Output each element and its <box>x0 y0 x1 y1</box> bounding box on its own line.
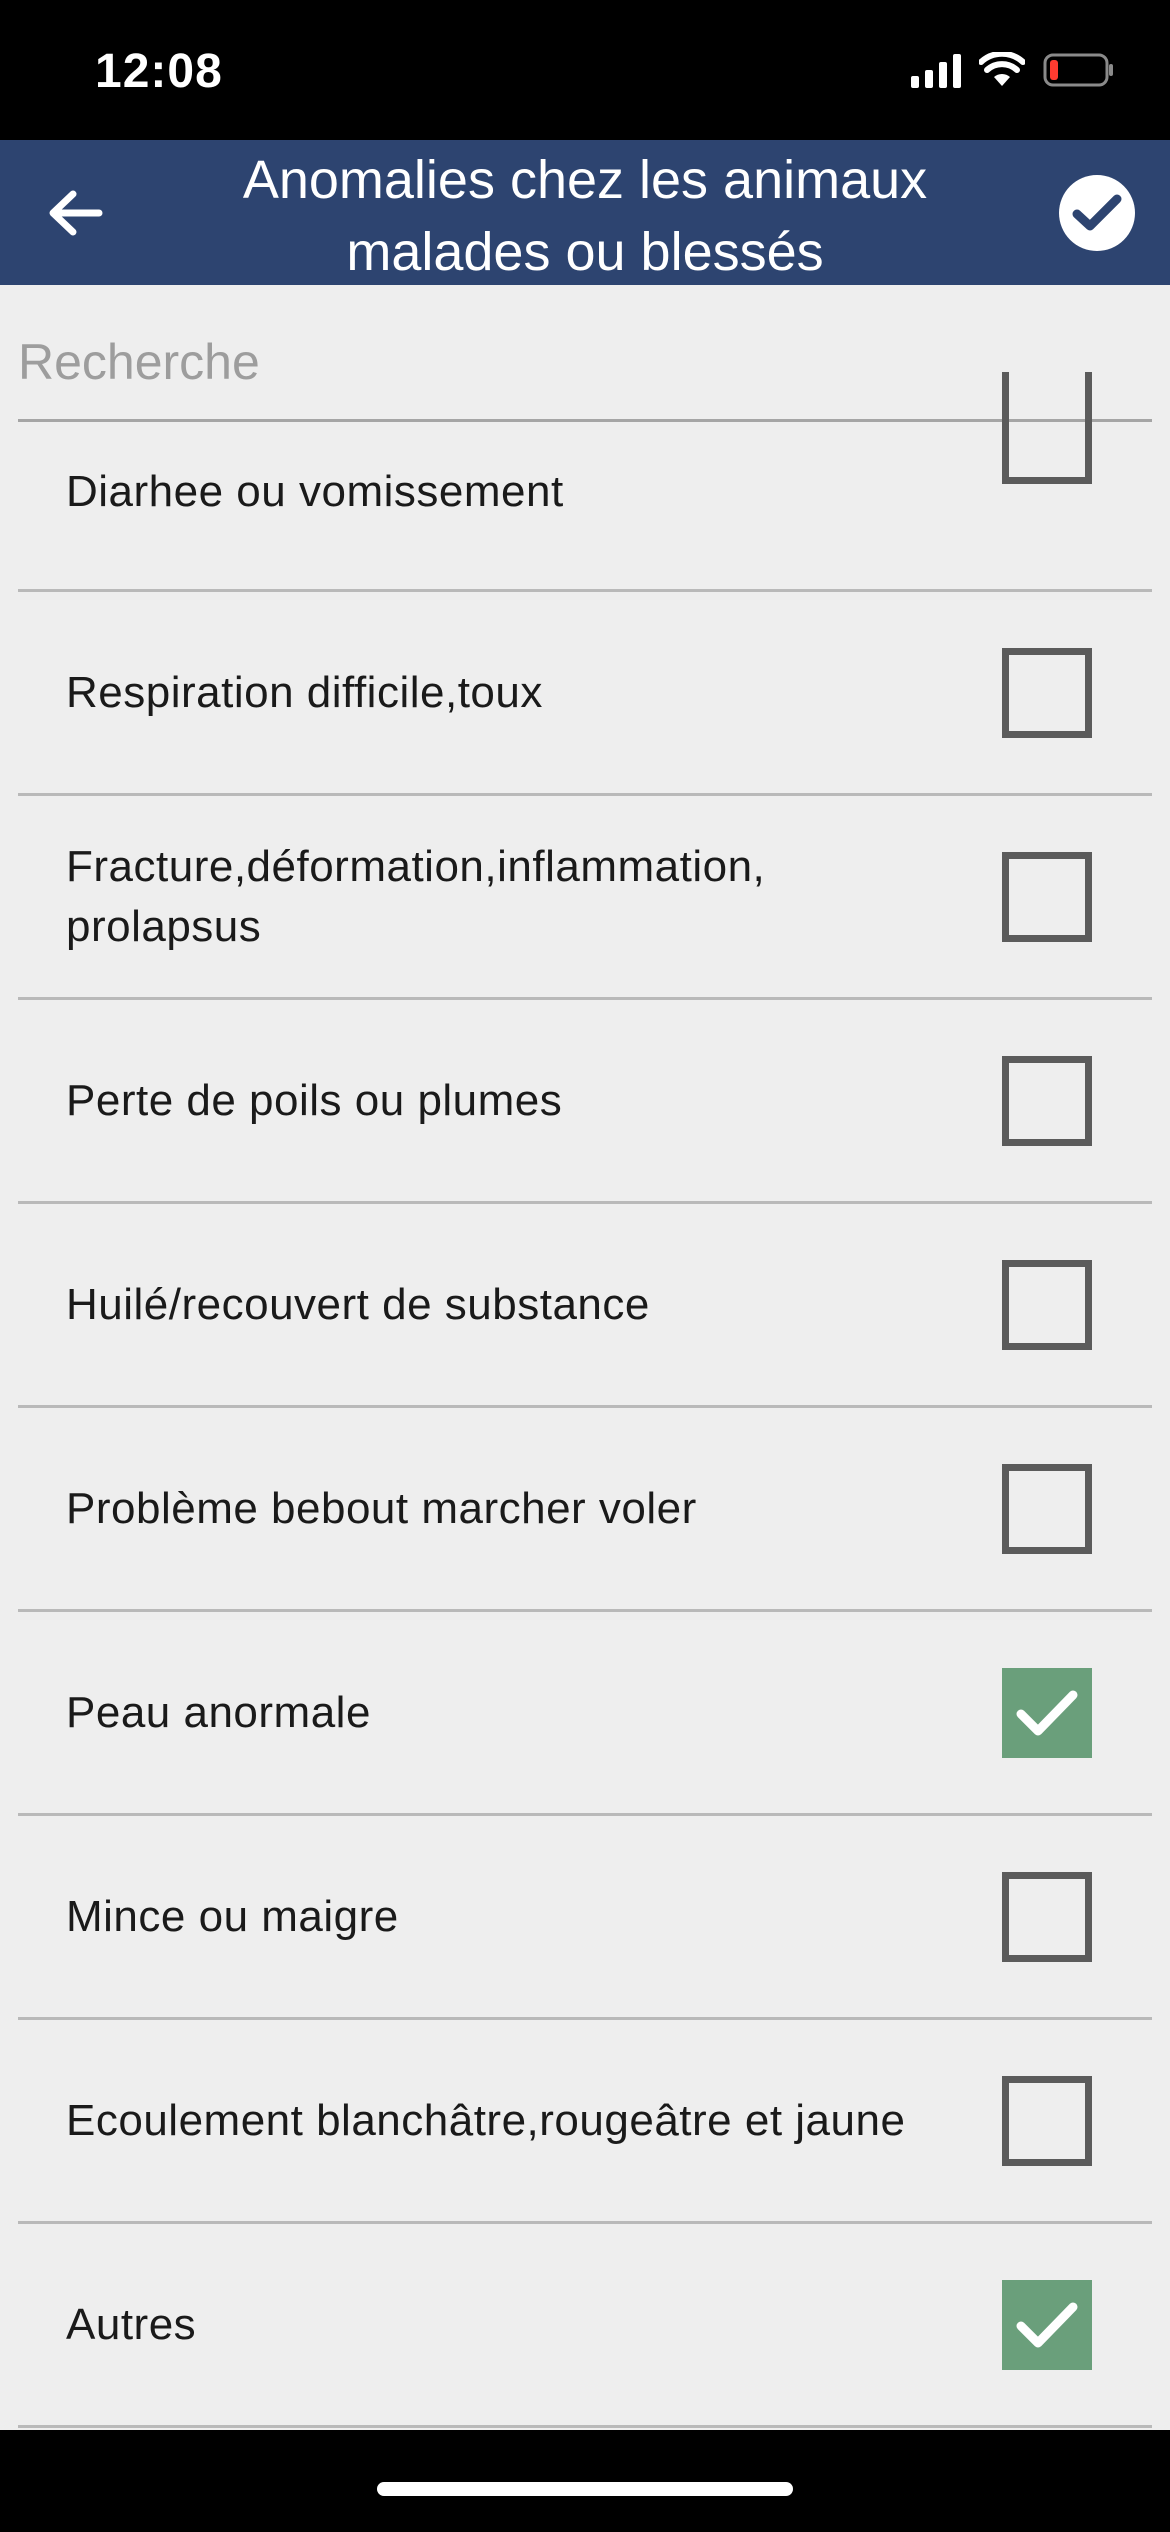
list-item[interactable]: Fracture,déformation,inflammation, prola… <box>18 796 1152 1000</box>
checkbox[interactable] <box>1002 1463 1092 1554</box>
list-item[interactable]: Perte de poils ou plumes <box>18 1000 1152 1204</box>
search-input[interactable] <box>18 333 1152 391</box>
page-title: Anomalies chez les animaux malades ou bl… <box>242 150 928 282</box>
list-item[interactable]: Mince ou maigre <box>18 1816 1152 2020</box>
checkbox-checked[interactable] <box>1002 1667 1092 1758</box>
checkbox[interactable] <box>1002 1871 1092 1962</box>
list-item[interactable]: Problème bebout marcher voler <box>18 1408 1152 1612</box>
bottom-bar <box>0 2430 1170 2532</box>
status-icons <box>911 52 1115 88</box>
back-button[interactable] <box>40 178 110 248</box>
item-label: Perte de poils ou plumes <box>66 1075 563 1125</box>
item-label: Fracture,déformation,inflammation, prola… <box>66 841 766 951</box>
checkmark-icon <box>1072 194 1122 231</box>
status-time: 12:08 <box>95 45 223 98</box>
list-item[interactable]: Diarhee ou vomissement <box>18 372 1152 592</box>
item-label: Respiration difficile,toux <box>66 667 543 717</box>
item-label: Diarhee ou vomissement <box>66 467 564 516</box>
content: Diarhee ou vomissement Respiration diffi… <box>0 285 1170 2430</box>
list-item[interactable]: Huilé/recouvert de substance <box>18 1204 1152 1408</box>
anomaly-list: Diarhee ou vomissement Respiration diffi… <box>18 372 1152 2428</box>
screen: 12:08 Anomalies chez les animaux malades <box>0 0 1170 2532</box>
list-item[interactable]: Autres <box>18 2224 1152 2428</box>
item-label: Mince ou maigre <box>66 1891 399 1941</box>
list-item[interactable]: Peau anormale <box>18 1612 1152 1816</box>
checkbox[interactable] <box>1002 647 1092 738</box>
checkbox[interactable] <box>1002 2075 1092 2166</box>
arrow-left-icon <box>49 190 103 236</box>
battery-low-icon <box>1043 53 1113 87</box>
checkbox[interactable] <box>1002 1259 1092 1350</box>
list-item[interactable]: Respiration difficile,toux <box>18 592 1152 796</box>
cellular-signal-icon <box>911 52 961 88</box>
search-bar <box>18 285 1152 422</box>
item-label: Huilé/recouvert de substance <box>66 1279 650 1329</box>
item-label: Autres <box>66 2299 197 2349</box>
checkbox-checked[interactable] <box>1002 2279 1092 2370</box>
checkbox[interactable] <box>1002 1055 1092 1146</box>
checkmark-icon <box>1016 2302 1078 2347</box>
item-label: Peau anormale <box>66 1687 371 1737</box>
confirm-button[interactable] <box>1059 175 1135 251</box>
item-label: Ecoulement blanchâtre,rougeâtre et jaune <box>66 2095 906 2145</box>
checkmark-icon <box>1016 1690 1078 1735</box>
item-label: Problème bebout marcher voler <box>66 1483 697 1533</box>
wifi-icon <box>979 52 1025 86</box>
checkbox[interactable] <box>1002 372 1092 484</box>
list-item[interactable]: Ecoulement blanchâtre,rougeâtre et jaune <box>18 2020 1152 2224</box>
header: Anomalies chez les animaux malades ou bl… <box>0 140 1170 285</box>
home-indicator[interactable] <box>377 2482 793 2496</box>
status-bar: 12:08 <box>0 0 1170 140</box>
checkbox[interactable] <box>1002 851 1092 942</box>
